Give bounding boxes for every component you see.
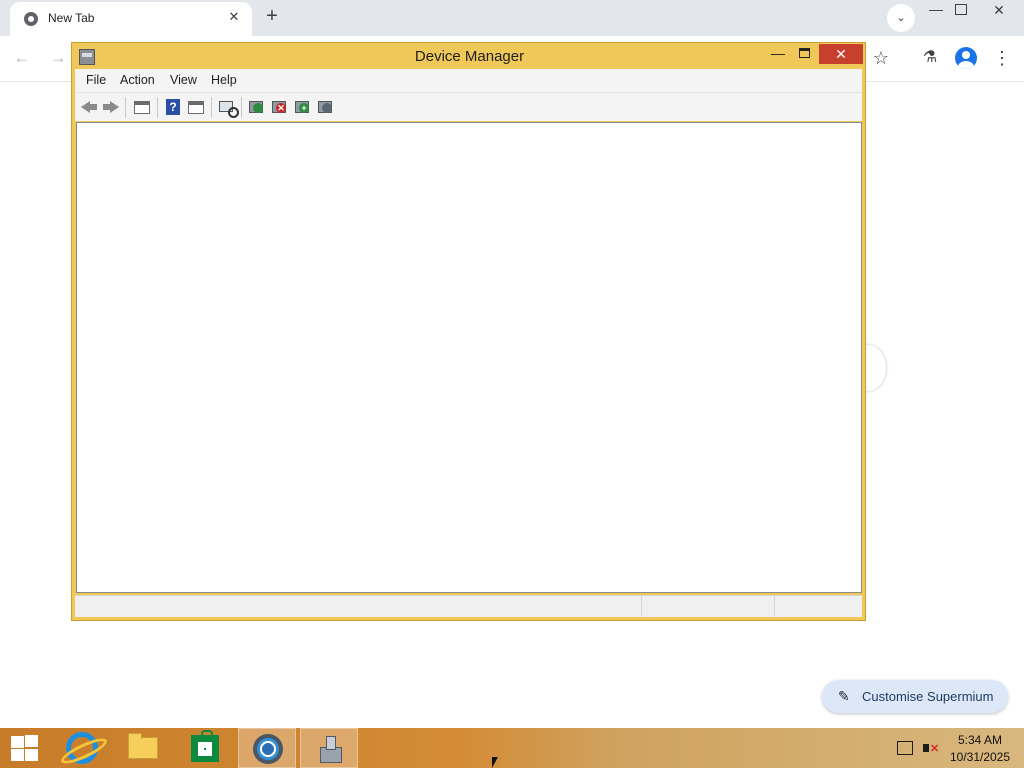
browser-tabstrip: New Tab ✕ + ⌄ — ✕ [0, 0, 1024, 36]
customise-label: Customise Supermium [862, 689, 994, 704]
pencil-icon: ✎ [838, 688, 850, 704]
toolbar-separator [241, 97, 242, 118]
forward-arrow-icon[interactable]: → [48, 48, 68, 68]
device-manager-taskbar-icon[interactable] [300, 728, 358, 768]
window-title: Device Manager [414, 48, 525, 65]
properties-pane-icon[interactable] [187, 98, 205, 116]
menu-bar: File Action View Help [75, 69, 862, 92]
toolbar-separator [211, 97, 212, 118]
customise-supermium-button[interactable]: ✎ Customise Supermium [822, 680, 1008, 713]
new-tab-button[interactable]: + [260, 5, 284, 29]
tab-search-button[interactable]: ⌄ [887, 4, 915, 32]
file-explorer-icon[interactable] [114, 728, 172, 768]
bookmark-star-icon[interactable]: ☆ [870, 47, 892, 69]
add-legacy-hardware-icon[interactable]: + [294, 98, 312, 116]
back-arrow-icon[interactable] [80, 98, 98, 116]
menu-help[interactable]: Help [211, 73, 237, 87]
start-windows-icon[interactable] [9, 735, 39, 761]
network-icon[interactable] [897, 741, 913, 755]
browser-restore-button[interactable] [955, 4, 967, 15]
internet-explorer-icon[interactable] [52, 728, 110, 768]
store-icon[interactable] [176, 728, 234, 768]
device-manager-window: Device Manager — ✕ File Action View Help… [71, 42, 866, 621]
browser-menu-icon[interactable]: ⋮ [992, 47, 1012, 69]
maximize-button[interactable] [799, 48, 810, 58]
status-bar [75, 595, 862, 618]
enable-device-icon[interactable] [317, 98, 335, 116]
supermium-browser-icon[interactable] [238, 728, 296, 768]
device-manager-toolbar: ? ✕ + [75, 92, 862, 121]
tab-close-icon[interactable]: ✕ [226, 9, 242, 25]
scan-hardware-changes-icon[interactable] [218, 98, 239, 118]
show-hide-console-tree-icon[interactable] [133, 98, 151, 116]
status-cell [641, 596, 642, 618]
back-arrow-icon[interactable]: ← [12, 48, 32, 68]
uninstall-device-icon[interactable]: ✕ [271, 98, 289, 116]
forward-arrow-icon[interactable] [102, 98, 120, 116]
browser-close-button[interactable]: ✕ [990, 1, 1008, 19]
device-tree-pane[interactable] [76, 122, 862, 593]
browser-minimize-button[interactable]: — [928, 2, 944, 18]
taskbar: ✕ 5:34 AM 10/31/2025 [0, 728, 1024, 768]
labs-flask-icon[interactable]: ⚗ [920, 47, 940, 69]
close-button[interactable]: ✕ [819, 44, 863, 64]
chrome-icon [24, 12, 38, 26]
tab-title: New Tab [48, 11, 95, 25]
clock-date[interactable]: 10/31/2025 [940, 750, 1020, 764]
update-driver-icon[interactable] [248, 98, 266, 116]
menu-file[interactable]: File [86, 73, 106, 87]
volume-muted-icon[interactable]: ✕ [921, 740, 939, 756]
toolbar-separator [125, 97, 126, 118]
help-icon[interactable]: ? [164, 98, 182, 116]
minimize-button[interactable]: — [769, 46, 787, 62]
toolbar-separator [157, 97, 158, 118]
menu-view[interactable]: View [170, 73, 197, 87]
mouse-cursor [492, 757, 504, 768]
profile-avatar-icon[interactable] [955, 47, 977, 69]
status-cell [774, 596, 775, 618]
tab-new-tab[interactable]: New Tab ✕ [10, 2, 252, 36]
menu-action[interactable]: Action [120, 73, 155, 87]
clock-time[interactable]: 5:34 AM [940, 733, 1020, 747]
